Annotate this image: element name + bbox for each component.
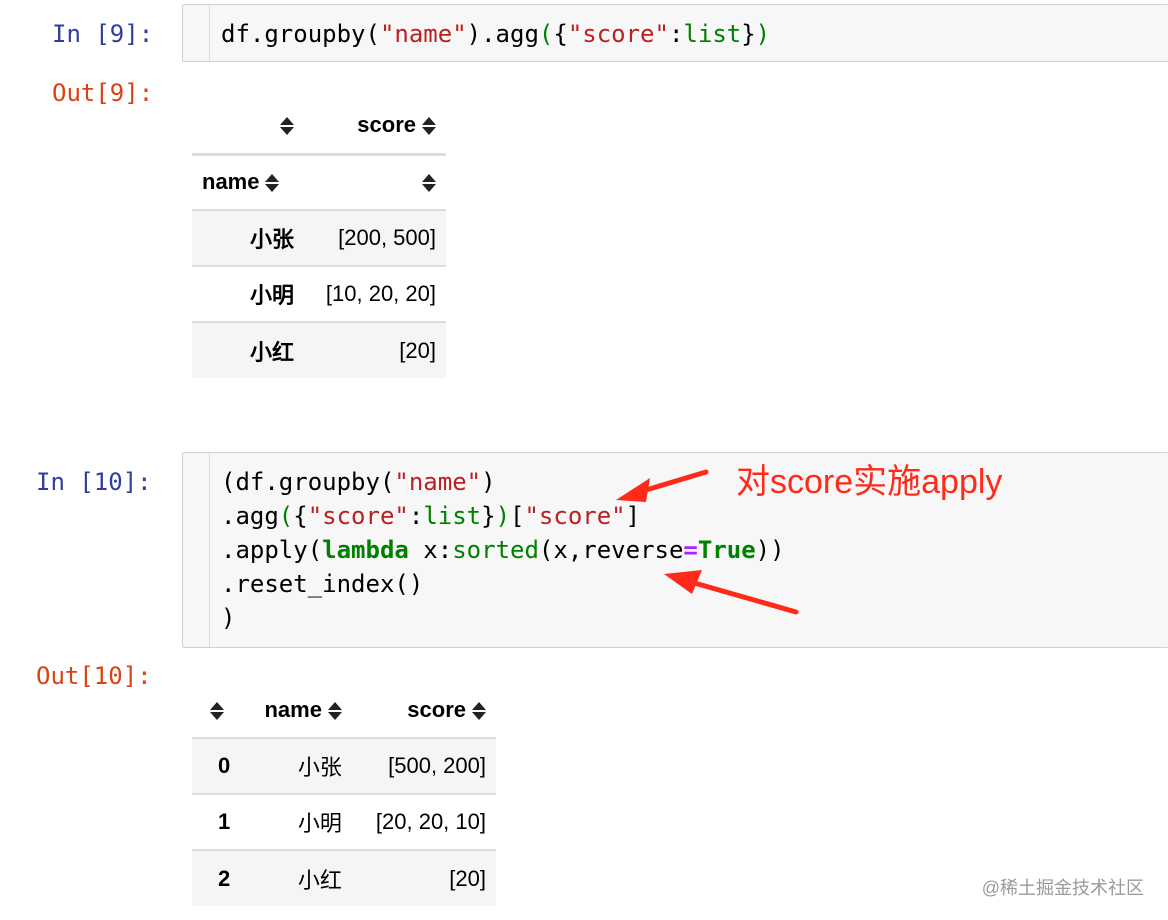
annotation-arrows	[616, 469, 799, 615]
arrow-to-sorted-icon	[664, 570, 799, 615]
watermark: @稀土掘金技术社区	[981, 878, 1144, 898]
arrow-to-score-icon	[616, 469, 709, 502]
